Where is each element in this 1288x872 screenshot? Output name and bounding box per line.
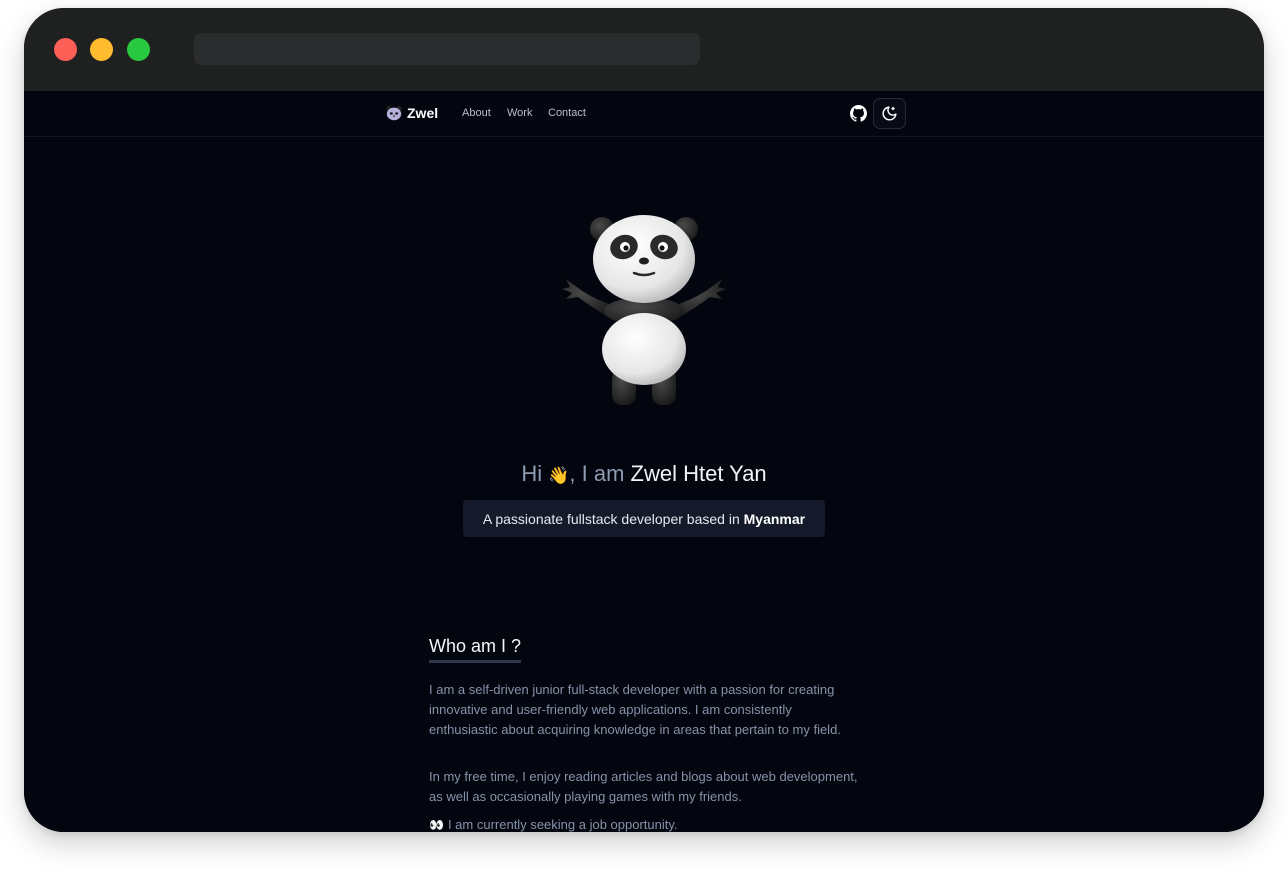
panda-illustration [562,215,726,405]
page-content: Zwel About Work Contact Hi 👋, I am Zwel … [24,91,1264,832]
hero-greeting: Hi 👋, I am Zwel Htet Yan [24,460,1264,490]
greeting-mid: , I am [569,461,625,486]
browser-titlebar [24,8,1264,91]
about-section-title: Who am I ? [429,636,522,663]
brand-link[interactable]: Zwel [385,104,438,122]
theme-toggle-button[interactable] [873,98,906,129]
greeting-prefix: Hi [521,461,543,486]
address-bar[interactable] [194,33,700,65]
browser-window: Zwel About Work Contact Hi 👋, I am Zwel … [24,8,1264,832]
tagline-text: A passionate fullstack developer based i… [482,510,740,527]
maximize-window-button[interactable] [127,38,150,61]
about-paragraph-2: In my free time, I enjoy reading article… [429,769,858,804]
minimize-window-button[interactable] [90,38,113,61]
about-paragraph-1: I am a self-driven junior full-stack dev… [429,682,841,737]
moon-icon [882,106,897,121]
about-paragraph-3: 👀 I am currently seeking a job opportuni… [429,815,859,832]
close-window-button[interactable] [54,38,77,61]
tagline-location: Myanmar [743,510,806,527]
job-seeking-text: I am currently seeking a job opportunity… [447,817,678,832]
brand-name: Zwel [407,105,439,121]
panda-icon [386,105,402,121]
github-icon[interactable] [850,105,867,122]
nav-link-work[interactable]: Work [507,107,532,119]
navbar: Zwel About Work Contact [24,91,1264,137]
nav-link-contact[interactable]: Contact [548,107,586,119]
hero-tagline: A passionate fullstack developer based i… [463,500,825,537]
wave-icon: 👋 [548,466,570,485]
nav-link-about[interactable]: About [462,107,491,119]
eyes-icon: 👀 [429,818,444,832]
hero-name: Zwel Htet Yan [630,461,767,486]
